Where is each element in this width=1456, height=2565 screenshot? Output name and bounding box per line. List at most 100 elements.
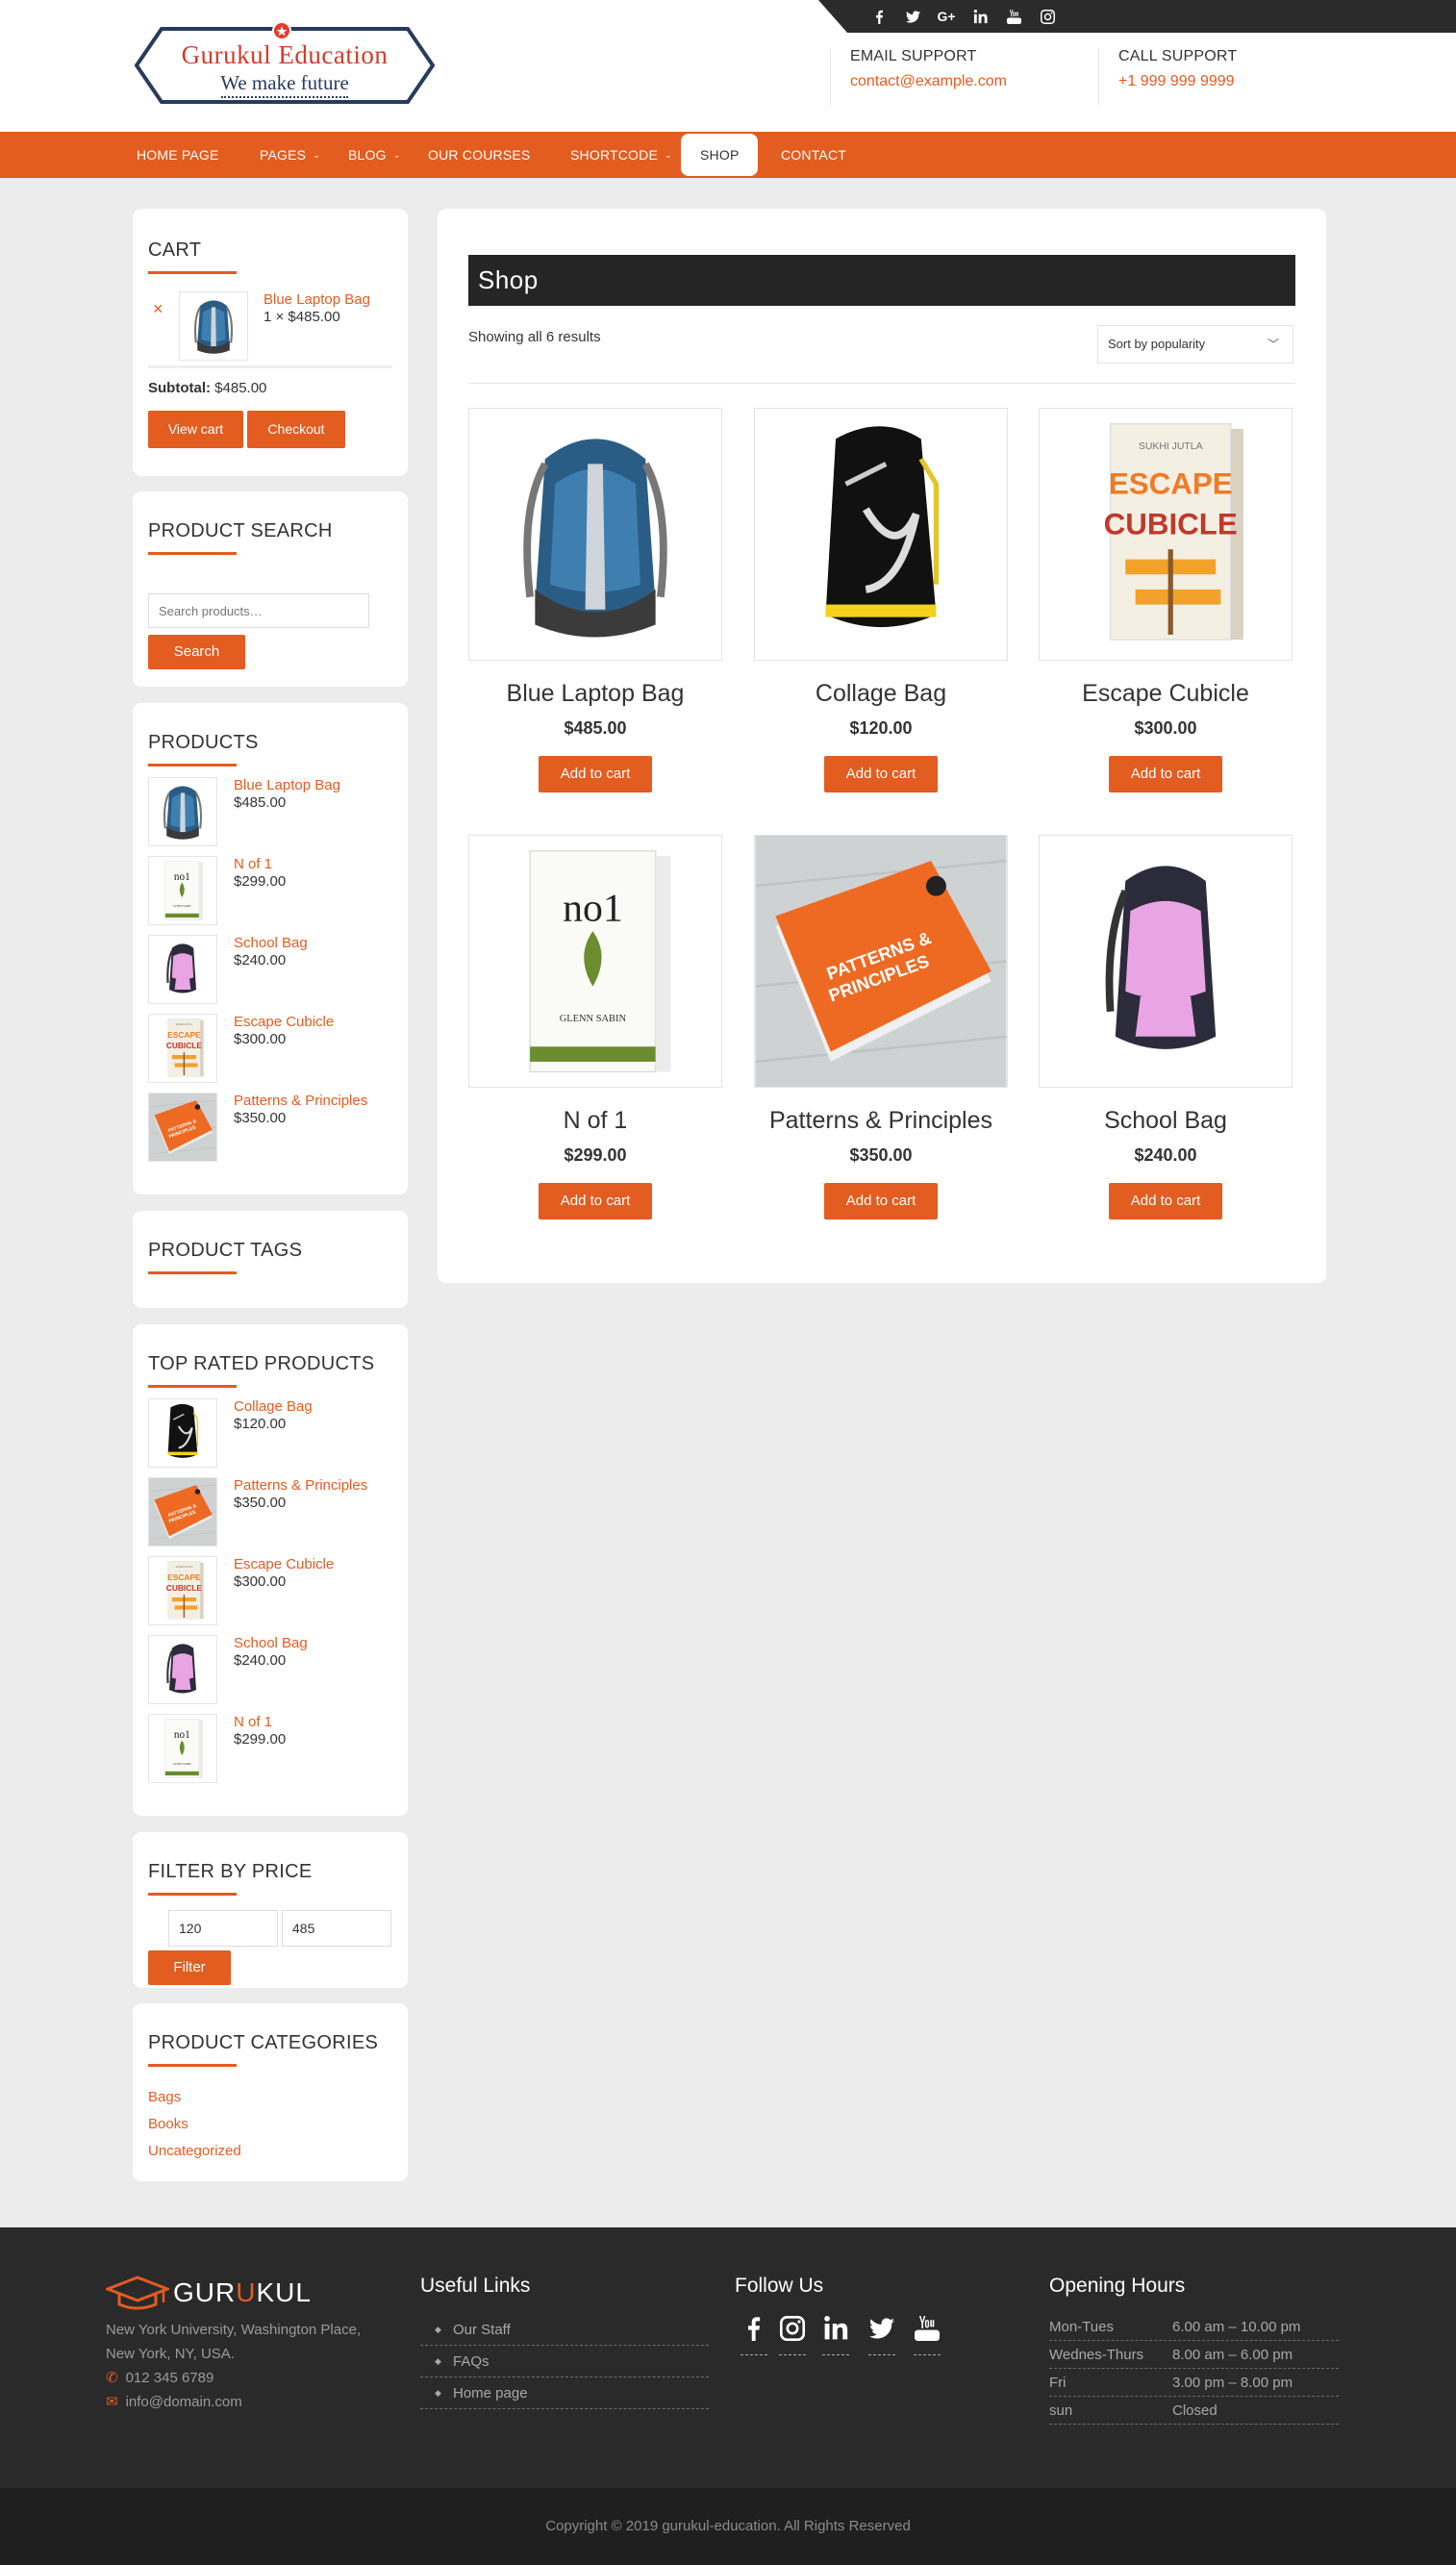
linkedin-icon[interactable] (971, 8, 989, 25)
twitter-icon[interactable] (868, 2313, 895, 2355)
link-label: Home page (453, 2385, 528, 2402)
footer-logo[interactable]: GURUKUL (106, 2274, 312, 2312)
product-thumbnail[interactable] (148, 1635, 217, 1704)
category-link-uncategorized[interactable]: Uncategorized (148, 2138, 392, 2165)
product-image[interactable] (754, 408, 1008, 661)
product-name[interactable]: Patterns & Principles (754, 1107, 1008, 1135)
youtube-icon[interactable] (1005, 8, 1022, 25)
product-link[interactable]: Blue Laptop Bag (234, 777, 340, 793)
nav-our-courses[interactable]: OUR COURSES (428, 132, 530, 178)
product-name[interactable]: Blue Laptop Bag (468, 680, 722, 708)
title-underline (148, 1893, 237, 1896)
category-link-books[interactable]: Books (148, 2111, 392, 2138)
product-image[interactable] (1039, 835, 1293, 1088)
product-price: $299.00 (564, 1145, 627, 1165)
instagram-icon[interactable] (779, 2313, 806, 2355)
email-support: EMAIL SUPPORT contact@example.com (830, 48, 1007, 106)
product-link[interactable]: Escape Cubicle (234, 1556, 334, 1572)
nav-blog[interactable]: BLOG ⌄ (348, 132, 400, 178)
product-thumbnail[interactable] (148, 1398, 217, 1468)
youtube-icon[interactable] (914, 2313, 941, 2355)
view-cart-button[interactable]: View cart (148, 411, 243, 448)
filter-button[interactable]: Filter (148, 1950, 231, 1985)
google-plus-icon[interactable]: G+ (937, 8, 955, 25)
product-search-input[interactable] (148, 593, 369, 628)
nav-contact[interactable]: CONTACT (781, 132, 846, 178)
add-to-cart-button[interactable]: Add to cart (824, 756, 938, 792)
footer-link-our-staff[interactable]: ◆ Our Staff (420, 2314, 709, 2346)
product-name[interactable]: School Bag (1039, 1107, 1293, 1135)
product-price: $299.00 (234, 873, 287, 890)
nav-label: PAGES (260, 147, 307, 163)
product-link[interactable]: School Bag (234, 1635, 308, 1651)
instagram-icon[interactable] (1039, 8, 1056, 25)
search-button[interactable]: Search (148, 635, 245, 669)
brand-part: GUR (173, 2277, 237, 2307)
checkout-button[interactable]: Checkout (247, 411, 345, 448)
product-thumbnail[interactable] (148, 935, 217, 1004)
product-link[interactable]: School Bag (234, 935, 308, 951)
product-link[interactable]: N of 1 (234, 856, 272, 872)
product-image[interactable] (468, 408, 722, 661)
hours-day: Mon-Tues (1049, 2319, 1114, 2335)
top-social-icons: G+ (870, 7, 1056, 26)
product-thumbnail[interactable] (148, 777, 217, 846)
product-price: $350.00 (849, 1145, 913, 1165)
product-link[interactable]: N of 1 (234, 1714, 272, 1730)
add-to-cart-button[interactable]: Add to cart (539, 756, 652, 792)
add-to-cart-button[interactable]: Add to cart (539, 1183, 652, 1220)
product-thumbnail[interactable] (148, 856, 217, 925)
cart-item: × Blue Laptop Bag 1 × $485.00 (148, 291, 392, 368)
min-price-input[interactable] (168, 1910, 278, 1947)
facebook-icon[interactable] (870, 8, 888, 25)
product-name[interactable]: Escape Cubicle (1039, 680, 1293, 708)
title-underline (148, 271, 237, 274)
category-link-bags[interactable]: Bags (148, 2084, 392, 2111)
divider (468, 383, 1295, 384)
call-support: CALL SUPPORT +1 999 999 9999 (1098, 48, 1237, 106)
main-nav: HOME PAGE PAGES ⌄ BLOG ⌄ OUR COURSES SHORT… (0, 132, 1456, 178)
site-logo[interactable]: Gurukul Education We make future (134, 19, 436, 129)
footer-link-faqs[interactable]: ◆ FAQs (420, 2346, 709, 2377)
product-thumbnail[interactable] (148, 1477, 217, 1547)
list-item: School Bag $240.00 (148, 935, 392, 1012)
footer-email[interactable]: ✉ info@domain.com (106, 2390, 394, 2414)
footer-link-home-page[interactable]: ◆ Home page (420, 2377, 709, 2409)
remove-icon[interactable]: × (153, 299, 163, 319)
sort-select[interactable]: Sort by popularity ﹀ (1097, 325, 1293, 364)
nav-shop[interactable]: SHOP (681, 134, 759, 176)
product-link[interactable]: Patterns & Principles (234, 1093, 367, 1109)
facebook-icon[interactable] (741, 2313, 767, 2355)
nav-pages[interactable]: PAGES ⌄ (260, 132, 320, 178)
add-to-cart-button[interactable]: Add to cart (1109, 756, 1222, 792)
linkedin-icon[interactable] (822, 2313, 849, 2355)
call-support-value[interactable]: +1 999 999 9999 (1118, 73, 1237, 90)
twitter-icon[interactable] (904, 8, 921, 25)
add-to-cart-button[interactable]: Add to cart (824, 1183, 938, 1220)
product-image[interactable] (1039, 408, 1293, 661)
product-name[interactable]: N of 1 (468, 1107, 722, 1135)
list-item: Patterns & Principles $350.00 (148, 1093, 392, 1169)
product-link[interactable]: Escape Cubicle (234, 1014, 334, 1030)
product-thumbnail[interactable] (148, 1014, 217, 1083)
email-support-value[interactable]: contact@example.com (850, 73, 1007, 90)
product-price: $240.00 (234, 1652, 287, 1669)
cart-item-thumbnail[interactable] (179, 291, 248, 361)
max-price-input[interactable] (282, 1910, 391, 1947)
product-link[interactable]: Patterns & Principles (234, 1477, 367, 1494)
product-link[interactable]: Collage Bag (234, 1398, 313, 1415)
product-thumbnail[interactable] (148, 1093, 217, 1162)
product-thumbnail[interactable] (148, 1714, 217, 1783)
nav-shortcode[interactable]: SHORTCODE ⌄ (570, 132, 672, 178)
cart-item-name[interactable]: Blue Laptop Bag (264, 291, 370, 308)
product-thumbnail[interactable] (148, 1556, 217, 1625)
product-image[interactable] (754, 835, 1008, 1088)
hours-row: Wednes-Thurs 8.00 am – 6.00 pm (1049, 2341, 1339, 2369)
email-support-label: EMAIL SUPPORT (850, 48, 977, 64)
nav-home-page[interactable]: HOME PAGE (137, 132, 219, 178)
product-name[interactable]: Collage Bag (754, 680, 1008, 708)
product-image[interactable] (468, 835, 722, 1088)
add-to-cart-button[interactable]: Add to cart (1109, 1183, 1222, 1220)
title-underline (148, 2064, 237, 2067)
phone-icon: ✆ (106, 2370, 118, 2386)
